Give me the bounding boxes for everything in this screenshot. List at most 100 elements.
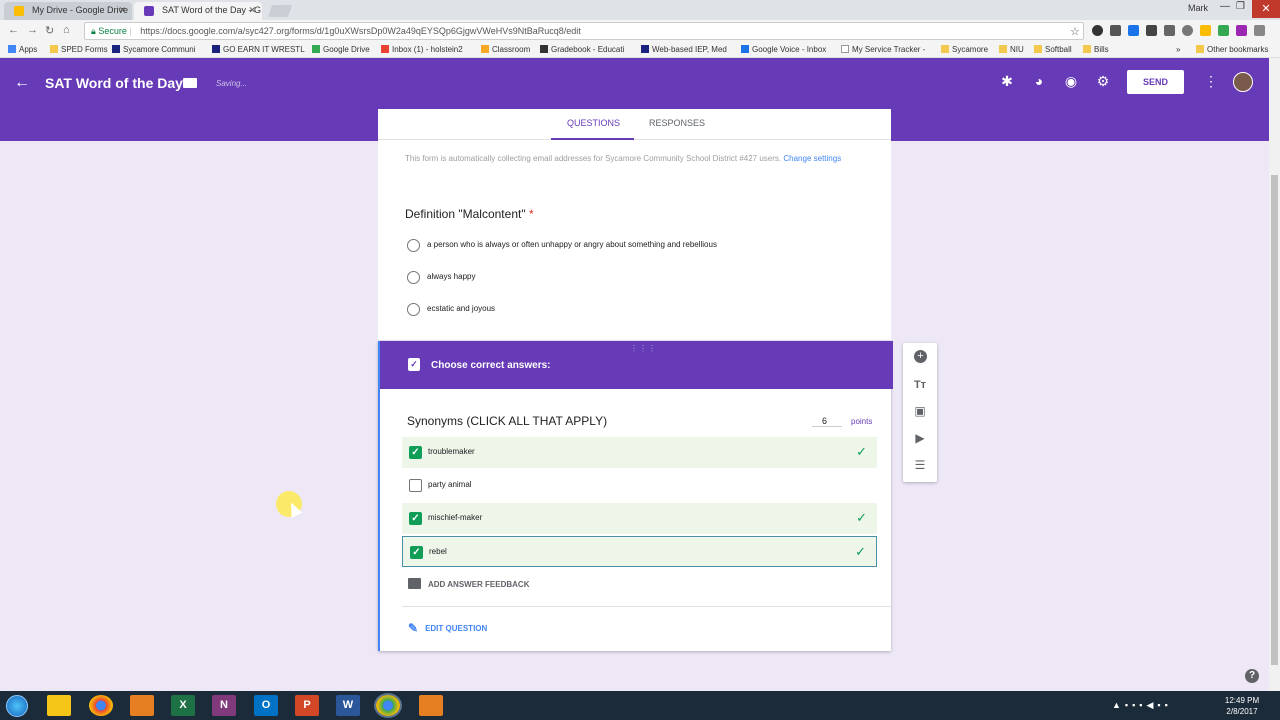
bookmark-star-icon[interactable]: ☆ — [1070, 25, 1080, 38]
add-section-icon[interactable]: ☰ — [912, 457, 928, 473]
reload-icon[interactable]: ↻ — [45, 24, 54, 37]
extension-icon[interactable] — [1110, 25, 1121, 36]
checkbox-checked[interactable]: ✓ — [410, 546, 423, 559]
question-title: Synonyms (CLICK ALL THAT APPLY) — [407, 414, 608, 428]
bookmark-item[interactable]: Bills — [1083, 45, 1109, 54]
extension-icon[interactable] — [1164, 25, 1175, 36]
extension-icon[interactable] — [1200, 25, 1211, 36]
screen: { "browser": { "tabs": [ {"title": "My D… — [0, 0, 1280, 720]
more-vert-icon[interactable]: ⋮ — [1202, 73, 1220, 91]
onenote-icon[interactable]: N — [212, 695, 236, 716]
checkbox-checked[interactable]: ✓ — [409, 446, 422, 459]
powerpoint-icon[interactable]: P — [295, 695, 319, 716]
extension-icon[interactable] — [1182, 25, 1193, 36]
bookmark-item[interactable]: Apps — [8, 45, 37, 54]
bookmark-item[interactable]: Gradebook - Educati — [540, 45, 624, 54]
file-explorer-icon[interactable] — [47, 695, 71, 716]
window-close-button[interactable]: ✕ — [1252, 0, 1280, 18]
add-video-icon[interactable]: ▶ — [912, 430, 928, 446]
forward-icon[interactable]: → — [27, 24, 38, 36]
classroom-icon — [481, 45, 489, 53]
drag-handle[interactable]: ⋮⋮⋮ — [630, 344, 657, 353]
avatar[interactable] — [1233, 72, 1253, 92]
bookmark-item[interactable]: Classroom — [481, 45, 530, 54]
checkbox-unchecked[interactable] — [409, 479, 422, 492]
answer-option[interactable]: ✓ rebel ✓ — [402, 536, 877, 567]
bookmark-item[interactable]: My Service Tracker - — [841, 45, 925, 54]
folder-icon[interactable] — [183, 78, 197, 88]
tab-responses[interactable]: RESPONSES — [649, 118, 705, 128]
bookmark-item[interactable]: Web-based IEP, Med — [641, 45, 727, 54]
extension-icon[interactable] — [1218, 25, 1229, 36]
back-icon[interactable]: ← — [8, 24, 19, 36]
media-player-icon[interactable] — [130, 695, 154, 716]
radio-button[interactable] — [407, 239, 420, 252]
extension-icon[interactable] — [1128, 25, 1139, 36]
close-icon[interactable]: ✕ — [248, 5, 256, 16]
outlook-icon[interactable]: O — [254, 695, 278, 716]
browser-tab-drive[interactable]: My Drive - Google Drive ✕ — [4, 2, 132, 20]
excel-icon[interactable]: X — [171, 695, 195, 716]
help-icon[interactable]: ? — [1245, 669, 1259, 683]
chrome-icon[interactable] — [89, 695, 113, 716]
minimize-icon[interactable]: — — [1220, 1, 1230, 12]
addons-puzzle-icon[interactable]: ✱ — [998, 73, 1016, 91]
system-tray-icons[interactable]: ▲▪▪▪◀▪▪ — [1112, 700, 1172, 711]
bookmark-item[interactable]: Softball — [1034, 45, 1072, 54]
correct-check-icon: ✓ — [856, 444, 867, 459]
palette-icon[interactable]: ◕ — [1030, 73, 1048, 91]
bookmark-item[interactable]: GO EARN IT WRESTL — [212, 45, 305, 54]
preview-eye-icon[interactable]: ◉ — [1062, 73, 1080, 91]
radio-button[interactable] — [407, 271, 420, 284]
bookmark-item[interactable]: Google Drive — [312, 45, 370, 54]
back-arrow-icon[interactable]: ← — [14, 74, 30, 92]
question-card[interactable]: This form is automatically collecting em… — [378, 140, 891, 340]
edit-question-button[interactable]: ✎ EDIT QUESTION — [408, 621, 487, 635]
tab-questions[interactable]: QUESTIONS — [567, 118, 620, 128]
points-input[interactable]: 6 — [812, 416, 842, 427]
option-label: a person who is always or often unhappy … — [427, 240, 717, 249]
start-button[interactable] — [6, 695, 28, 717]
extension-icon[interactable] — [1146, 25, 1157, 36]
close-icon[interactable]: ✕ — [118, 5, 126, 16]
extension-icon[interactable] — [1236, 25, 1247, 36]
word-icon[interactable]: W — [336, 695, 360, 716]
required-asterisk: * — [528, 207, 534, 221]
form-title[interactable]: SAT Word of the Day — [45, 75, 183, 91]
more-bookmarks-button[interactable]: » — [1176, 45, 1180, 54]
address-bar[interactable]: 🔒︎ Secure | https://docs.google.com/a/sy… — [84, 22, 1084, 40]
browser-tab-strip: My Drive - Google Drive ✕ SAT Word of th… — [0, 0, 1280, 20]
answer-option[interactable]: ✓ troublemaker ✓ — [402, 437, 877, 468]
bookmark-item[interactable]: Inbox (1) - holstein2 — [381, 45, 463, 54]
add-title-icon[interactable]: Tт — [912, 377, 928, 393]
radio-button[interactable] — [407, 303, 420, 316]
scrollbar-thumb[interactable] — [1271, 175, 1278, 665]
bookmark-item[interactable]: Sycamore Communi — [112, 45, 195, 54]
settings-gear-icon[interactable]: ⚙ — [1094, 73, 1112, 91]
add-answer-feedback-button[interactable]: ADD ANSWER FEEDBACK — [408, 578, 529, 589]
bookmark-item[interactable]: SPED Forms — [50, 45, 108, 54]
home-icon[interactable]: ⌂ — [63, 24, 70, 36]
chrome-active-icon[interactable] — [374, 693, 402, 718]
bookmark-item[interactable]: Other bookmarks — [1196, 45, 1268, 54]
send-button[interactable]: SEND — [1127, 70, 1184, 94]
snipping-tool-icon[interactable] — [419, 695, 443, 716]
add-question-icon[interactable]: + — [914, 350, 927, 363]
answer-option[interactable]: party animal — [402, 470, 877, 501]
divider — [402, 606, 893, 607]
bookmark-item[interactable]: NIU — [999, 45, 1024, 54]
add-image-icon[interactable]: ▣ — [912, 403, 928, 419]
browser-tab-form[interactable]: SAT Word of the Day - G ✕ — [134, 2, 262, 20]
change-settings-link[interactable]: Change settings — [783, 154, 841, 163]
answer-key-card[interactable]: ⋮⋮⋮ ✓ Choose correct answers: Synonyms (… — [378, 341, 893, 651]
bookmark-item[interactable]: Sycamore — [941, 45, 988, 54]
extension-icon[interactable] — [1092, 25, 1103, 36]
bookmark-item[interactable]: Google Voice - Inbox — [741, 45, 826, 54]
menu-icon[interactable] — [1254, 25, 1265, 36]
taskbar-clock[interactable]: 12:49 PM 2/8/2017 — [1222, 695, 1262, 717]
new-tab-button[interactable] — [267, 5, 293, 17]
checkbox-checked[interactable]: ✓ — [409, 512, 422, 525]
profile-name[interactable]: Mark — [1188, 3, 1208, 13]
restore-icon[interactable]: ❐ — [1236, 1, 1245, 12]
answer-option[interactable]: ✓ mischief-maker ✓ — [402, 503, 877, 534]
